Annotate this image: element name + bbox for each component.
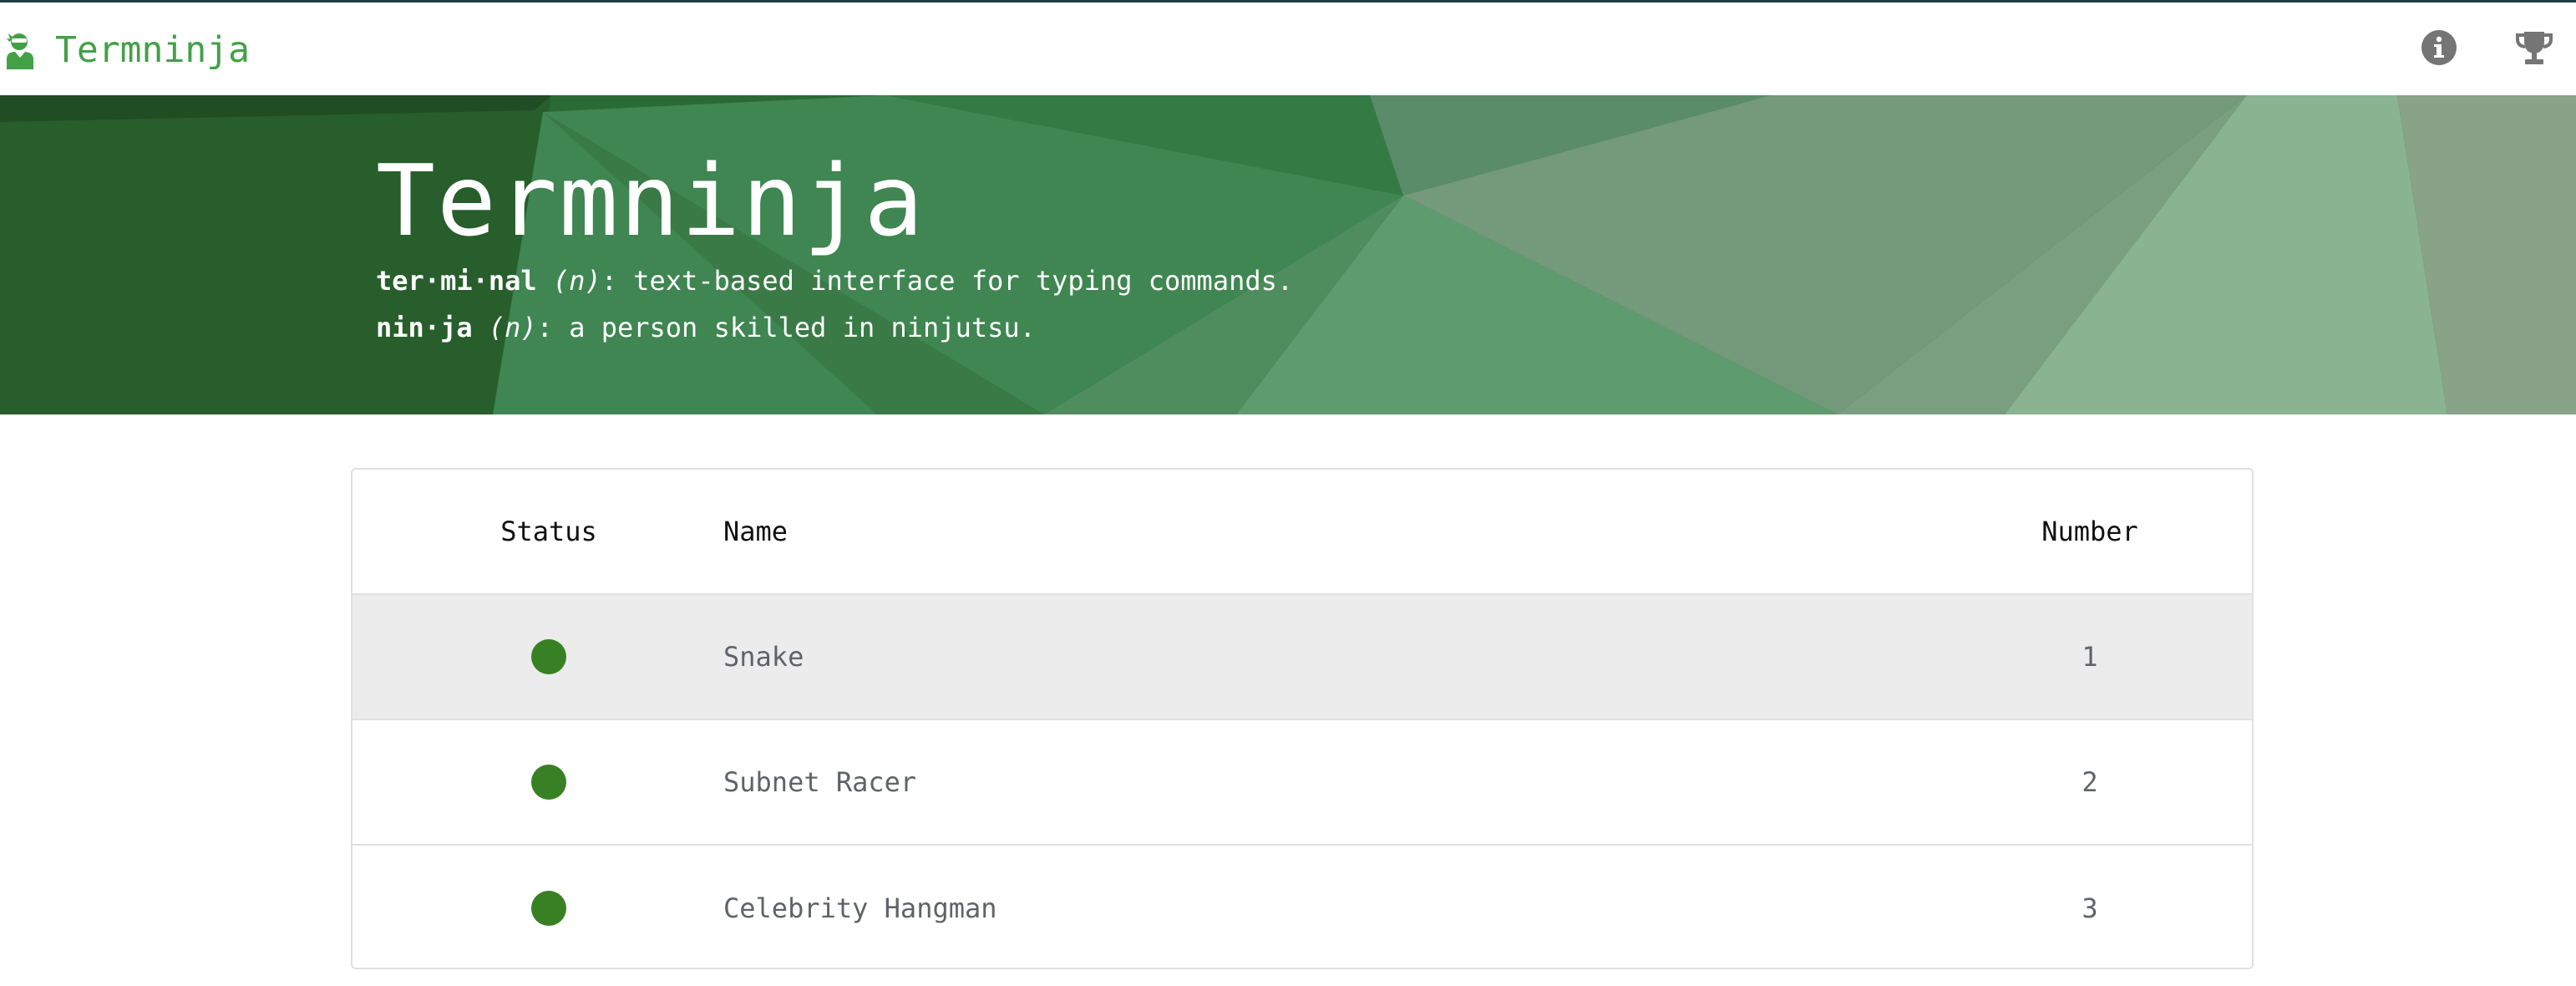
table-header-row: Status Name Number (352, 470, 2252, 595)
column-header-number[interactable]: Number (1940, 470, 2240, 593)
game-number: 2 (2082, 766, 2098, 798)
definition-text: : text-based interface for typing comman… (601, 265, 1294, 297)
game-name: Subnet Racer (723, 766, 917, 798)
status-cell (352, 846, 745, 968)
brand-link[interactable]: Termninja (5, 28, 250, 72)
definition-part-of-speech: (n) (552, 265, 601, 297)
games-table: Status Name Number Snake 1 Subnet Racer … (351, 468, 2254, 969)
table-row[interactable]: Celebrity Hangman 3 (352, 846, 2252, 968)
definition-part-of-speech: (n) (488, 312, 537, 343)
hero-title: Termninja (376, 143, 925, 258)
column-header-name[interactable]: Name (723, 470, 1726, 593)
definition-term: ter·mi·nal (376, 265, 537, 297)
ninja-logo-icon (7, 33, 33, 69)
table-row[interactable]: Subnet Racer 2 (352, 720, 2252, 846)
status-cell (352, 595, 745, 719)
status-online-indicator (531, 639, 566, 674)
game-name: Snake (723, 641, 804, 673)
definition-term: nin·ja (376, 312, 473, 343)
table-row[interactable]: Snake 1 (352, 595, 2252, 720)
brand-title: Termninja (55, 29, 250, 71)
status-online-indicator (531, 891, 566, 926)
column-header-status[interactable]: Status (352, 470, 745, 593)
game-number: 3 (2082, 892, 2098, 924)
definition-text: : a person skilled in ninjutsu. (536, 312, 1036, 343)
status-online-indicator (531, 765, 566, 800)
hero-banner: Termninja ter·mi·nal (n): text-based int… (0, 95, 2576, 414)
definition-ninja: nin·ja (n): a person skilled in ninjutsu… (376, 309, 1036, 346)
game-number: 1 (2082, 641, 2098, 673)
status-cell (352, 720, 745, 844)
info-icon[interactable] (2419, 28, 2459, 68)
trophy-icon[interactable] (2514, 28, 2554, 68)
navbar: Termninja (0, 3, 2576, 95)
definition-terminal: ter·mi·nal (n): text-based interface for… (376, 262, 1293, 299)
game-name: Celebrity Hangman (723, 892, 997, 924)
